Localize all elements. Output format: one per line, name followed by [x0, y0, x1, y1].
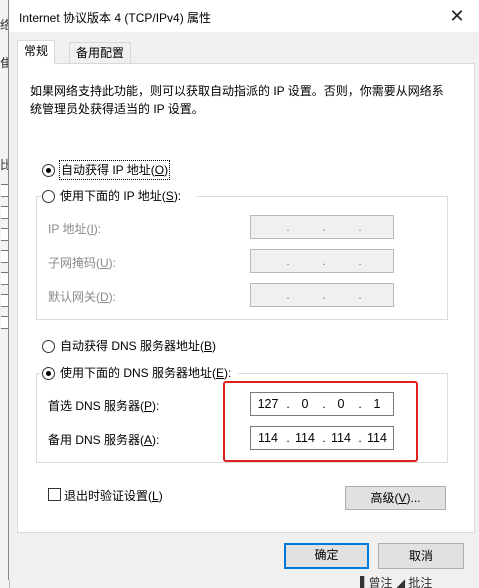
tab-general[interactable]: 常规: [17, 40, 56, 64]
window-title: Internet 协议版本 4 (TCP/IPv4) 属性: [19, 11, 212, 25]
cancel-button[interactable]: 取消: [378, 543, 464, 569]
validate-on-exit-checkbox[interactable]: [48, 488, 61, 501]
tab-general-label: 常规: [24, 44, 49, 58]
ip-auto-radio-circle[interactable]: [42, 164, 55, 177]
default-gateway-input[interactable]: . . .: [250, 283, 394, 307]
close-button[interactable]: ✕: [435, 0, 479, 32]
tab-alternate-config-label: 备用配置: [76, 46, 125, 60]
dns-manual-radio[interactable]: 使用下面的 DNS 服务器地址(E):: [42, 364, 238, 382]
description-text: 如果网络支持此功能，则可以获取自动指派的 IP 设置。否则，你需要从网络系统管理…: [30, 84, 444, 116]
default-gateway-label: 默认网关(D):: [48, 290, 117, 304]
validate-on-exit-label: 退出时验证设置(L): [64, 489, 163, 503]
alternate-dns-label: 备用 DNS 服务器(A):: [48, 433, 160, 447]
dns-manual-radio-label: 使用下面的 DNS 服务器地址(E):: [60, 366, 232, 380]
background-bottom-text: ▌曾注 ◢ 批注: [360, 576, 433, 588]
subnet-mask-label: 子网掩码(U):: [48, 256, 117, 270]
ok-button[interactable]: 确定: [284, 543, 369, 569]
tab-strip: 常规 备用配置: [17, 40, 467, 64]
tab-alternate-config[interactable]: 备用配置: [69, 42, 132, 63]
dns-manual-radio-circle[interactable]: [42, 367, 55, 380]
title-bar: Internet 协议版本 4 (TCP/IPv4) 属性 ✕: [9, 0, 479, 32]
subnet-mask-input[interactable]: . . .: [250, 249, 394, 273]
ip-address-input[interactable]: . . .: [250, 215, 394, 239]
ip-manual-radio-circle[interactable]: [42, 190, 55, 203]
advanced-button[interactable]: 高级(V)...: [345, 486, 446, 510]
ip-manual-radio-label: 使用下面的 IP 地址(S):: [60, 189, 182, 203]
close-icon: ✕: [449, 6, 465, 26]
preferred-dns-label: 首选 DNS 服务器(P):: [48, 399, 160, 413]
ip-auto-radio-label: 自动获得 IP 地址(O): [58, 160, 171, 180]
ip-manual-radio[interactable]: 使用下面的 IP 地址(S):: [42, 187, 196, 205]
dns-auto-radio-label: 自动获得 DNS 服务器地址(B): [60, 339, 217, 353]
dns-auto-radio-circle[interactable]: [42, 340, 55, 353]
window: 络 隹 比 Internet 协议版本 4 (TCP/IPv4) 属性 ✕ 常规…: [0, 0, 479, 588]
ip-address-label: IP 地址(I):: [48, 222, 102, 236]
dns-highlight-annotation: [223, 381, 418, 462]
